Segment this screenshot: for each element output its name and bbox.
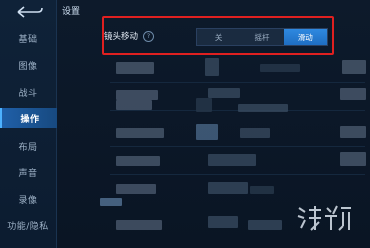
- sidebar-item-basic[interactable]: 基础: [0, 28, 56, 48]
- blurred-setting-control: [208, 88, 240, 98]
- sidebar-item-controls[interactable]: 操作: [0, 108, 58, 128]
- page-title: 设置: [62, 7, 81, 17]
- blurred-setting-control: [240, 128, 270, 138]
- row-divider: [110, 146, 365, 147]
- blurred-setting-control: [340, 88, 366, 100]
- blurred-setting-control: [208, 182, 248, 194]
- back-icon[interactable]: [14, 5, 44, 19]
- blurred-setting-control: [208, 154, 256, 166]
- blurred-setting-control: [342, 60, 366, 74]
- blurred-setting-control: [208, 216, 238, 228]
- blurred-setting-label: [116, 90, 158, 100]
- site-watermark-logo: [295, 202, 355, 234]
- blurred-setting-label: [100, 198, 122, 206]
- sidebar-item-sound[interactable]: 声音: [0, 162, 56, 182]
- sidebar-item-combat[interactable]: 战斗: [0, 82, 56, 102]
- blurred-setting-control: [250, 186, 274, 194]
- blurred-setting-label: [116, 220, 162, 230]
- sidebar-item-layout[interactable]: 布局: [0, 136, 56, 156]
- sidebar-item-label: 基础: [18, 34, 38, 45]
- sidebar: 基础 图像 战斗 操作 布局 声音 录像 功能/隐私: [0, 0, 58, 248]
- sidebar-item-replay[interactable]: 录像: [0, 189, 56, 209]
- blurred-setting-control: [248, 220, 282, 230]
- sidebar-item-label: 战斗: [18, 88, 38, 99]
- blurred-setting-control: [260, 64, 300, 72]
- blurred-setting-label: [116, 156, 160, 166]
- sidebar-item-label: 声音: [18, 168, 38, 179]
- blurred-setting-control: [196, 98, 212, 112]
- sidebar-item-label: 图像: [18, 61, 38, 72]
- sidebar-item-label: 功能/隐私: [7, 221, 49, 232]
- row-divider: [110, 174, 365, 175]
- blurred-setting-label: [116, 62, 154, 74]
- blurred-setting-label: [116, 184, 156, 194]
- blurred-setting-control: [238, 104, 288, 112]
- blurred-setting-label: [116, 128, 164, 138]
- sidebar-item-label: 录像: [18, 195, 38, 206]
- blurred-setting-label: [116, 100, 152, 110]
- sidebar-item-label: 操作: [20, 114, 40, 125]
- blurred-setting-control: [340, 152, 366, 166]
- highlight-box: [102, 16, 334, 55]
- blurred-setting-control: [340, 126, 366, 138]
- sidebar-item-label: 布局: [18, 142, 38, 153]
- row-divider: [110, 82, 365, 83]
- blurred-setting-control: [205, 58, 219, 76]
- sidebar-item-graphics[interactable]: 图像: [0, 55, 56, 75]
- sidebar-item-privacy[interactable]: 功能/隐私: [0, 215, 56, 235]
- blurred-setting-control: [196, 124, 218, 140]
